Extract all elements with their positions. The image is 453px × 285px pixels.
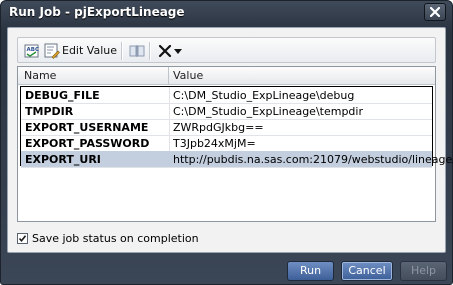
run-button[interactable]: Run — [287, 261, 334, 281]
row-value[interactable]: C:\DM_Studio_ExpLineage\tempdir — [173, 105, 363, 118]
table-row[interactable]: DEBUG_FILE C:\DM_Studio_ExpLineage\debug — [21, 87, 432, 104]
spellcheck-icon[interactable]: ABC — [24, 43, 40, 59]
table-row[interactable]: EXPORT_USERNAME ZWRpdGJkbg== — [21, 119, 432, 136]
save-status-checkbox[interactable] — [17, 233, 28, 244]
row-name: EXPORT_PASSWORD — [25, 137, 150, 150]
edit-value-icon[interactable] — [44, 43, 60, 59]
column-divider[interactable] — [168, 67, 169, 84]
table-row[interactable]: EXPORT_PASSWORD T3Jpb24xMjM= — [21, 135, 432, 152]
row-value[interactable]: T3Jpb24xMjM= — [173, 137, 256, 150]
toolbar-separator — [121, 42, 123, 60]
edit-value-button[interactable]: Edit Value — [62, 44, 117, 57]
row-value[interactable]: C:\DM_Studio_ExpLineage\debug — [173, 89, 354, 102]
columns-icon[interactable] — [129, 43, 145, 59]
close-icon — [430, 7, 440, 17]
variables-table: Name Value DEBUG_FILE C:\DM_Studio_ExpLi… — [17, 66, 453, 222]
row-name: EXPORT_USERNAME — [25, 121, 149, 134]
toolbar: ABC Edit Value — [17, 37, 436, 63]
column-header-name[interactable]: Name — [24, 69, 56, 82]
chevron-down-icon[interactable] — [173, 43, 183, 59]
table-row-selected[interactable]: EXPORT_URI http://pubdis.na.sas.com:2107… — [21, 151, 453, 168]
checkmark-icon — [18, 235, 27, 243]
dialog-body: ABC Edit Value Name Value DEBUG_FILE C:\… — [7, 27, 453, 253]
dialog-title: Run Job - pjExportLineage — [9, 5, 185, 19]
run-job-dialog: Run Job - pjExportLineage ABC Edit Value — [0, 0, 453, 285]
cancel-button[interactable]: Cancel — [341, 261, 393, 281]
delete-icon[interactable] — [157, 43, 173, 59]
row-value[interactable]: http://pubdis.na.sas.com:21079/webstudio… — [173, 153, 453, 166]
toolbar-separator — [149, 42, 151, 60]
title-bar[interactable]: Run Job - pjExportLineage — [1, 1, 452, 25]
help-button: Help — [400, 261, 447, 281]
row-name: EXPORT_URI — [25, 153, 101, 166]
table-body: DEBUG_FILE C:\DM_Studio_ExpLineage\debug… — [20, 86, 453, 168]
row-name: DEBUG_FILE — [25, 89, 100, 102]
row-name: TMPDIR — [25, 105, 74, 118]
column-header-value[interactable]: Value — [173, 69, 203, 82]
save-status-label[interactable]: Save job status on completion — [32, 232, 199, 245]
close-button[interactable] — [424, 3, 446, 21]
table-row[interactable]: TMPDIR C:\DM_Studio_ExpLineage\tempdir — [21, 103, 432, 120]
table-header: Name Value — [18, 67, 435, 85]
row-value[interactable]: ZWRpdGJkbg== — [173, 121, 264, 134]
svg-text:ABC: ABC — [27, 47, 40, 53]
